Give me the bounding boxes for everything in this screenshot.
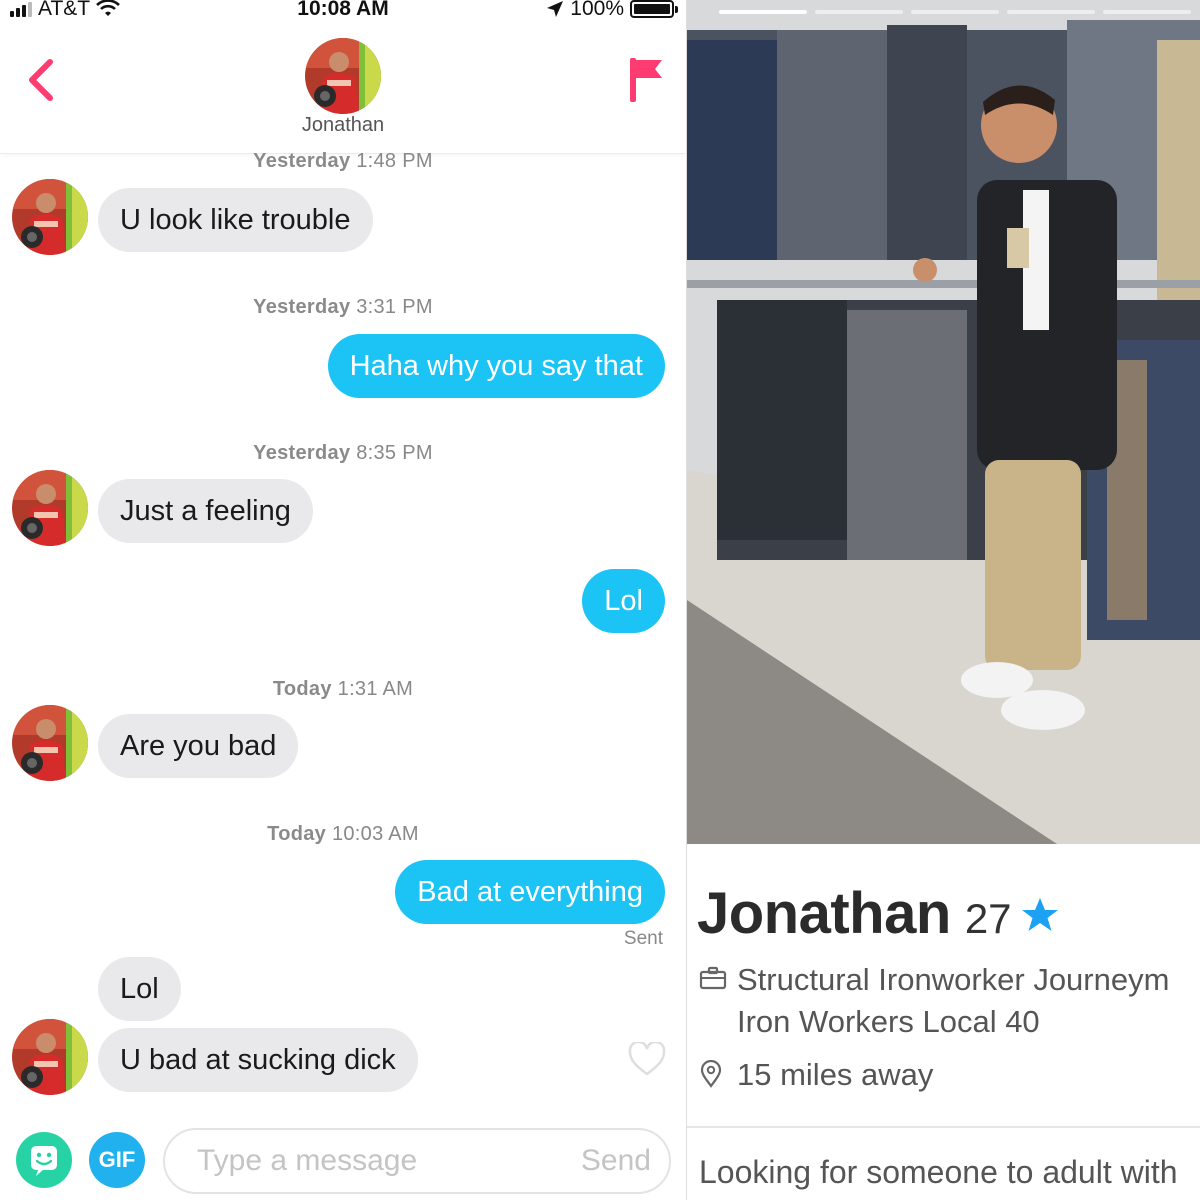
report-button[interactable]: [626, 54, 666, 104]
location-pin-icon: [700, 1060, 722, 1088]
message-bubble-outgoing[interactable]: Bad at everything: [395, 860, 665, 924]
profile-bio: Looking for someone to adult with: [699, 1154, 1178, 1190]
like-message-button[interactable]: [628, 1040, 666, 1076]
message-bubble-outgoing[interactable]: Haha why you say that: [327, 334, 665, 398]
profile-name: Jonathan: [697, 881, 951, 946]
photo-pager-segment[interactable]: [1103, 10, 1191, 14]
profile-age: 27: [964, 895, 1012, 942]
status-bar: AT&T 10:08 AM 100%: [0, 0, 686, 22]
message-bubble-incoming[interactable]: U look like trouble: [98, 188, 373, 252]
message-composer: GIF Send: [0, 1118, 686, 1200]
timestamp: Today 10:03 AM: [267, 823, 419, 845]
profile-job: Structural Ironworker Journeym: [737, 962, 1170, 997]
sender-avatar[interactable]: [12, 470, 88, 546]
timestamp: Yesterday 3:31 PM: [253, 296, 433, 318]
message-bubble-incoming[interactable]: Lol: [98, 957, 181, 1021]
photo-pager-segment[interactable]: [911, 10, 999, 14]
profile-photo-image: [687, 0, 1200, 844]
message-bubble-outgoing[interactable]: Lol: [582, 569, 665, 633]
heart-outline-icon: [628, 1040, 666, 1076]
location-arrow-icon: [547, 1, 564, 17]
message-bubble-incoming[interactable]: Are you bad: [98, 714, 299, 778]
battery-percent: 100%: [570, 0, 624, 20]
profile-distance: 15 miles away: [737, 1057, 934, 1092]
flag-icon: [630, 58, 662, 102]
status-right: 100%: [546, 0, 678, 21]
profile-company: Iron Workers Local 40: [737, 1004, 1040, 1039]
photo-pager-segment[interactable]: [1007, 10, 1095, 14]
sender-avatar[interactable]: [12, 705, 88, 781]
sticker-face-icon: [31, 1146, 57, 1176]
sender-avatar[interactable]: [12, 1019, 88, 1095]
divider: [687, 1126, 1200, 1128]
profile-photo[interactable]: [687, 0, 1200, 844]
match-name[interactable]: Jonathan: [0, 114, 686, 137]
timestamp: Yesterday 1:48 PM: [253, 150, 433, 172]
message-bubble-incoming[interactable]: U bad at sucking dick: [98, 1028, 418, 1092]
timestamp: Yesterday 8:35 PM: [253, 442, 433, 464]
chevron-left-icon: [29, 59, 53, 101]
sticker-button[interactable]: [16, 1132, 72, 1188]
photo-pager-segment[interactable]: [815, 10, 903, 14]
profile-panel: Jonathan 27 Structural Ironworker Journey…: [686, 0, 1200, 1200]
timestamp: Today 1:31 AM: [272, 678, 414, 700]
send-button[interactable]: Send: [581, 1130, 651, 1192]
briefcase-icon: [699, 966, 727, 990]
photo-pager-segment[interactable]: [719, 10, 807, 14]
sent-status: Sent: [623, 928, 663, 949]
match-avatar[interactable]: [305, 38, 381, 114]
profile-name-row: Jonathan 27: [697, 880, 1060, 950]
chat-panel: AT&T 10:08 AM 100% Jonathan Yesterday 1:…: [0, 0, 686, 1200]
message-input[interactable]: [197, 1130, 557, 1192]
battery-icon: [630, 0, 678, 18]
chat-header: Jonathan: [0, 22, 686, 154]
sender-avatar[interactable]: [12, 179, 88, 255]
message-bubble-incoming[interactable]: Just a feeling: [98, 479, 313, 543]
back-button[interactable]: [22, 56, 62, 104]
message-input-wrapper: Send: [163, 1128, 671, 1194]
gif-button[interactable]: GIF: [89, 1132, 145, 1188]
star-icon: [1021, 898, 1058, 931]
